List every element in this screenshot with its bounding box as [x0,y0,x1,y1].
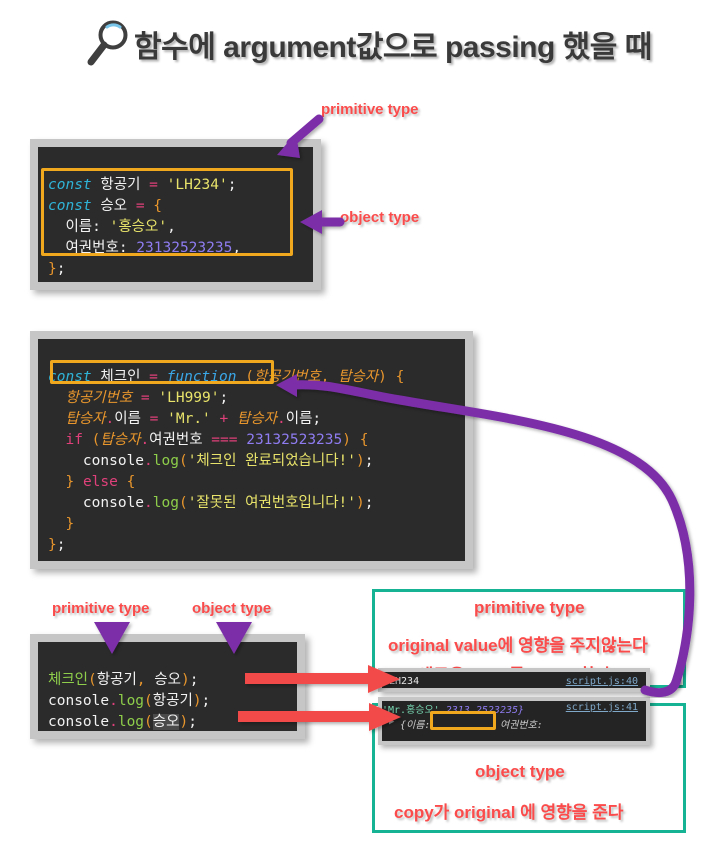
label-primitive-note-1: original value에 영향을 주지않는다 [388,636,648,655]
console-output-row-1: LH234 script.js:40 [378,668,650,692]
label-object-note-1: copy가 original 에 영향을 준다 [394,803,624,822]
console-object-name-value: 'Mr.홍승오' [382,705,440,716]
code-line: 여권번호: 23132523235, [65,240,242,256]
code-line: console.log(항공기); [48,693,211,709]
console-row: LH234 script.js:40 [382,672,646,688]
console-object-comma: , [492,716,499,727]
label-primitive-type-teal: primitive type [474,598,585,617]
page-title: 함수에 argument값으로 passing 했을 때 [86,20,652,68]
console-source-link-2[interactable]: script.js:41 [566,702,638,713]
code-line: const 체크인 = function (항공기번호, 탑승자) { [48,369,405,385]
console-object-num-part-1: 2313 [445,705,470,716]
code-block-2: const 체크인 = function (항공기번호, 탑승자) { 항공기번… [30,331,473,569]
console-expand-triangle-icon[interactable]: ▶ [389,717,394,727]
code-line: console.log(승오); [48,714,197,730]
label-primitive-type-bottom: primitive type [52,600,150,617]
code-block-3: 체크인(항공기, 승오); console.log(항공기); console.… [30,634,305,739]
code-line: }; [48,537,66,553]
code-line: }; [48,261,66,277]
label-object-type-top: object type [340,209,420,226]
code-line: 체크인(항공기, 승오); [48,672,199,688]
console-source-link-1[interactable]: script.js:40 [566,676,638,687]
console-row: script.js:41 ▶ {이름: 'Mr.홍승오' , 여권번호: 231… [382,701,646,741]
code-line: const 항공기 = 'LH234'; [48,177,237,193]
magnifier-icon [86,20,132,68]
code-line: } [65,516,75,532]
code-line: if (탑승자.여권번호 === 23132523235) { [65,432,369,448]
code-line: 항공기번호 = 'LH999'; [65,390,229,406]
slide-canvas: 함수에 argument값으로 passing 했을 때 primitive t… [0,0,719,853]
console-object-key-2: 여권번호: [500,720,543,731]
code-line: 탑승자.이름 = 'Mr.' + 탑승자.이름; [65,411,322,427]
console-object-num-part-2: 2523235} [475,705,525,716]
console-value-primitive: LH234 [389,676,420,687]
code-line: 이름: '홍승오', [65,219,176,235]
code-block-3-content: 체크인(항공기, 승오); console.log(항공기); console.… [38,642,297,731]
code-block-2-content: const 체크인 = function (항공기번호, 탑승자) { 항공기번… [38,339,465,561]
label-object-type-teal: object type [475,762,565,781]
code-line: console.log('체크인 완료되었습니다!'); [82,453,374,469]
code-line: const 승오 = { [48,198,163,214]
title-text: 함수에 argument값으로 passing 했을 때 [134,31,652,64]
console-object-open: {이름: [400,720,431,731]
label-object-type-bottom: object type [192,600,272,617]
code-line: } else { [65,474,136,490]
code-block-1: const 항공기 = 'LH234'; const 승오 = { 이름: '홍… [30,139,321,290]
console-output-row-2: script.js:41 ▶ {이름: 'Mr.홍승오' , 여권번호: 231… [378,697,650,745]
code-block-1-content: const 항공기 = 'LH234'; const 승오 = { 이름: '홍… [38,147,313,282]
label-primitive-type-top: primitive type [321,101,419,118]
code-line: console.log('잘못된 여권번호입니다!'); [82,495,374,511]
